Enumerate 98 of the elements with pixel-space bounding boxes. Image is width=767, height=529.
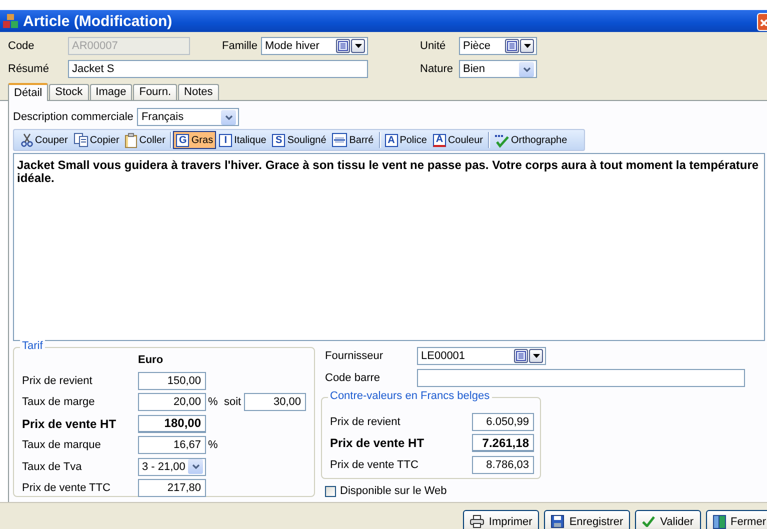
- percent-sign: %: [207, 439, 219, 452]
- list-button[interactable]: [336, 39, 350, 53]
- summary-field[interactable]: Jacket S: [68, 60, 368, 78]
- copy-icon: [74, 133, 88, 147]
- field-label: Unité: [420, 40, 447, 52]
- field-label: Prix de revient: [22, 374, 94, 387]
- toolbar-button[interactable]: Copier: [70, 131, 122, 149]
- amount-field[interactable]: 150,00: [138, 372, 206, 390]
- toolbar-button[interactable]: Couper: [18, 131, 71, 149]
- language-dropdown[interactable]: Français: [137, 108, 240, 126]
- amount-field[interactable]: 7.261,18: [472, 434, 534, 452]
- percent-field[interactable]: 20,00: [138, 393, 206, 412]
- toolbar-button[interactable]: S Souligné: [269, 131, 330, 149]
- column-heading: Euro: [138, 354, 164, 368]
- chevron-icon: [192, 464, 200, 470]
- field-label: Nature: [420, 63, 454, 75]
- letter-icon: A: [432, 134, 446, 146]
- clipboard-icon: [125, 132, 138, 148]
- tab[interactable]: Fourn.: [133, 84, 178, 100]
- field-label: Fournisseur: [325, 350, 384, 362]
- amount-field[interactable]: 6.050,99: [472, 412, 534, 431]
- field-label: Code: [8, 40, 36, 52]
- amount-field[interactable]: 180,00: [138, 414, 206, 433]
- letter-icon: G: [176, 134, 190, 146]
- caret-icon: [524, 44, 530, 48]
- scissors-icon: [21, 133, 33, 147]
- dropdown-button[interactable]: [188, 459, 203, 474]
- dropdown-button[interactable]: [529, 349, 543, 363]
- spellcheck-icon: [494, 132, 509, 148]
- door-icon: [712, 514, 726, 528]
- footer-button[interactable]: Enregistrer: [544, 510, 630, 529]
- chevron-icon: [522, 66, 530, 72]
- dropdown-button[interactable]: [519, 62, 534, 76]
- tab[interactable]: Notes: [178, 84, 219, 100]
- tab[interactable]: Image: [90, 84, 132, 100]
- list-icon: [507, 41, 517, 51]
- amount-field[interactable]: 30,00: [244, 393, 306, 412]
- supplier-field[interactable]: LE00001: [417, 347, 546, 365]
- footer-button[interactable]: Fermer: [706, 510, 767, 529]
- list-button[interactable]: [505, 39, 519, 53]
- list-icon: [516, 351, 526, 361]
- field-label: soit: [224, 396, 242, 408]
- toolbar-button[interactable]: A Couleur: [430, 131, 486, 149]
- tab[interactable]: Stock: [49, 84, 89, 100]
- text-editor[interactable]: Jacket Small vous guidera à travers l'hiver. Grace à son tissu le vent ne passe pas. Votre corps aura à tout moment la température idéale.: [13, 153, 765, 341]
- tab[interactable]: Détail: [8, 83, 48, 101]
- cubes-icon: [3, 14, 19, 28]
- dropdown-button[interactable]: [520, 39, 534, 53]
- chevron-icon: [224, 114, 233, 120]
- close-icon: [760, 18, 767, 26]
- list-icon: [338, 41, 348, 51]
- strikethrough-icon: [332, 133, 348, 147]
- rate-dropdown[interactable]: 3 - 21,00: [138, 458, 206, 476]
- letter-icon: S: [272, 134, 286, 146]
- amount-field[interactable]: 8.786,03: [472, 456, 534, 474]
- toolbar-button[interactable]: Barré: [329, 131, 377, 149]
- field-label: Description commerciale: [13, 111, 134, 123]
- toolbar-button[interactable]: G Gras: [173, 131, 216, 149]
- footer-button[interactable]: Imprimer: [462, 510, 540, 529]
- letter-icon: I: [219, 134, 232, 146]
- percent-field[interactable]: 16,67: [138, 436, 206, 454]
- caret-icon: [532, 354, 540, 358]
- nature-field[interactable]: Bien: [459, 60, 537, 78]
- field-label: Taux de marge: [22, 396, 96, 408]
- dropdown-button[interactable]: [351, 39, 365, 53]
- group-title: Contre-valeurs en Francs belges: [328, 390, 492, 402]
- field-label: Prix de revient: [330, 416, 402, 428]
- field-label: Prix de vente HT: [330, 436, 426, 450]
- field-label: Famille: [222, 40, 258, 52]
- check-icon: [642, 516, 656, 527]
- field-label: Résumé: [8, 63, 50, 75]
- window-title: Article (Modification): [23, 12, 174, 30]
- footer-button[interactable]: Valider: [635, 510, 701, 529]
- percent-sign: %: [207, 396, 219, 408]
- letter-icon: A: [384, 134, 398, 146]
- floppy-icon: [551, 515, 564, 528]
- printer-icon: [470, 515, 484, 528]
- close-button[interactable]: [757, 13, 767, 31]
- checkbox-label: Disponible sur le Web: [340, 485, 447, 497]
- toolbar-button[interactable]: A Police: [382, 131, 430, 149]
- checkbox[interactable]: [325, 486, 336, 496]
- field-label: Prix de vente TTC: [22, 482, 112, 494]
- unit-field[interactable]: Pièce: [459, 37, 537, 55]
- amount-field[interactable]: 217,80: [138, 479, 206, 498]
- caret-icon: [354, 44, 362, 48]
- field-label: Taux de Tva: [22, 460, 83, 473]
- list-button[interactable]: [514, 349, 528, 363]
- group-title: Tarif: [20, 340, 45, 352]
- dropdown-button[interactable]: [221, 110, 236, 124]
- field-label: Prix de vente HT: [22, 416, 118, 431]
- toolbar-button[interactable]: Orthographe: [490, 131, 570, 149]
- toolbar-button[interactable]: Coller: [122, 131, 168, 149]
- field-label: Prix de vente TTC: [330, 458, 420, 471]
- field-label: Taux de marque: [22, 439, 102, 452]
- barcode-field[interactable]: [417, 369, 745, 387]
- toolbar-button[interactable]: I Italique: [216, 131, 270, 149]
- field-label: Code barre: [325, 372, 382, 384]
- family-field[interactable]: Mode hiver: [261, 37, 368, 55]
